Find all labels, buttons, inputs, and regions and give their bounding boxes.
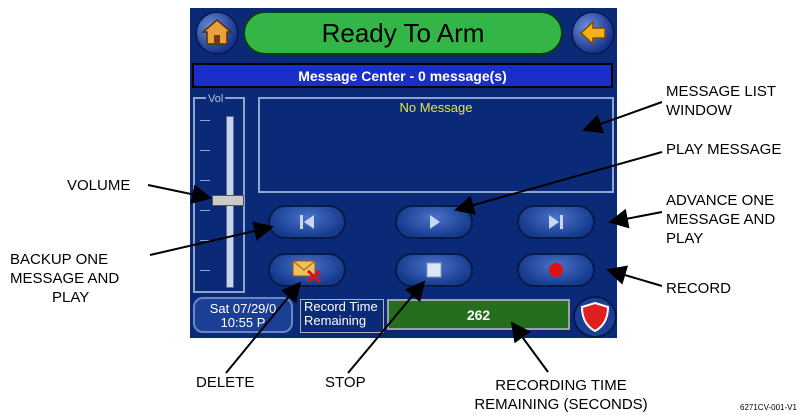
callout-recording-time-line: RECORDING TIME xyxy=(495,377,627,394)
callout-recording-time-line: REMAINING (SECONDS) xyxy=(474,396,648,413)
callout-backup-line: BACKUP ONE xyxy=(10,251,109,268)
backup-arrow xyxy=(149,221,274,256)
record-arrow xyxy=(606,265,663,287)
callout-record: RECORD xyxy=(666,280,732,297)
advance-arrow xyxy=(608,208,663,229)
stop-arrow xyxy=(347,280,426,374)
callout-message-list-line: MESSAGE LIST xyxy=(666,83,777,100)
callout-advance-line: MESSAGE AND xyxy=(666,211,776,228)
callout-advance-line: PLAY xyxy=(666,230,704,247)
callout-advance-line: ADVANCE ONE xyxy=(666,192,775,209)
callout-backup-line: PLAY xyxy=(52,289,90,306)
callout-advance: ADVANCE ONE MESSAGE AND PLAY xyxy=(666,191,775,248)
callout-message-list-line: WINDOW xyxy=(666,102,732,119)
callout-play: PLAY MESSAGE xyxy=(666,141,782,158)
callout-message-list: MESSAGE LIST WINDOW xyxy=(666,82,776,120)
callout-backup: BACKUP ONE MESSAGE AND PLAY xyxy=(10,250,119,307)
delete-arrow xyxy=(225,281,302,374)
callout-stop: STOP xyxy=(325,374,366,391)
callout-recording-time: RECORDING TIME REMAINING (SECONDS) xyxy=(456,376,666,414)
figure-id: 6271CV-001-V1 xyxy=(740,403,797,412)
message-list-arrow xyxy=(582,101,663,134)
callout-backup-line: MESSAGE AND xyxy=(10,270,120,287)
callout-delete: DELETE xyxy=(196,374,255,391)
callout-volume: VOLUME xyxy=(67,177,131,194)
recording-time-arrow xyxy=(510,321,549,373)
play-arrow xyxy=(454,151,663,215)
volume-arrow xyxy=(147,184,212,205)
